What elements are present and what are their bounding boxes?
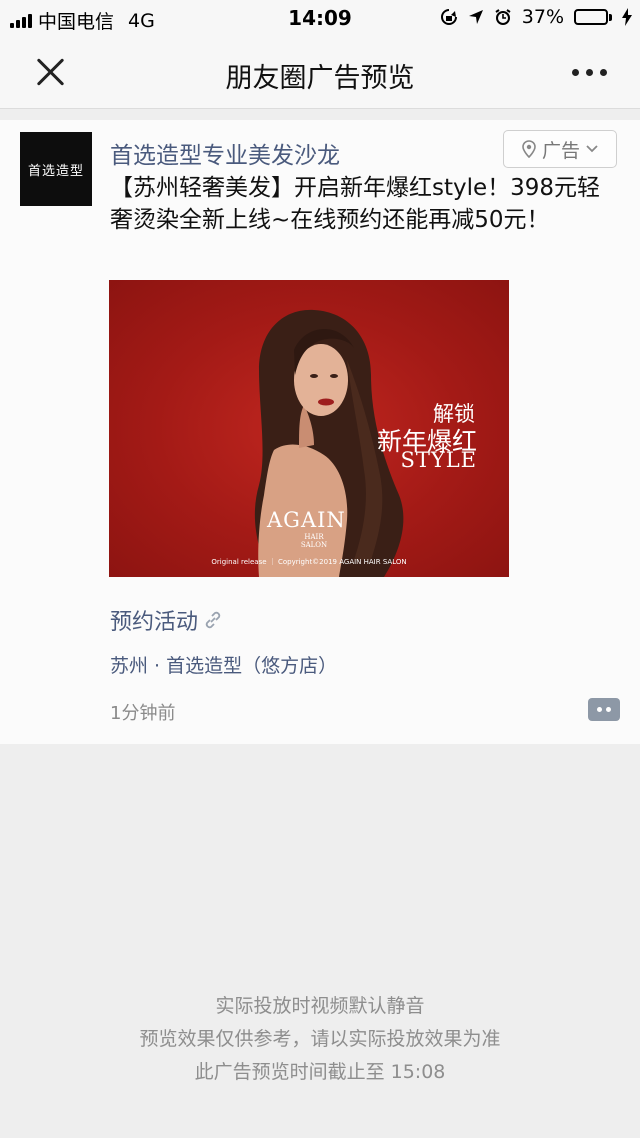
ad-image-brand-sub: HAIR SALON — [300, 533, 328, 549]
battery-percent: 37% — [521, 6, 564, 28]
comment-icon[interactable] — [588, 698, 620, 721]
status-bar: 中国电信 4G 14:09 37% — [0, 0, 640, 36]
ad-tag-label: 广告 — [541, 139, 580, 162]
ad-tag-button[interactable]: 广告 — [503, 130, 617, 168]
post-time: 1分钟前 — [110, 703, 176, 724]
note-line: 实际投放时视频默认静音 — [215, 995, 425, 1017]
screen-lock-icon — [440, 9, 457, 25]
note-line: 预览效果仅供参考，请以实际投放效果为准 — [139, 1028, 501, 1050]
booking-link[interactable]: 预约活动 — [110, 604, 224, 636]
preview-notes: 实际投放时视频默认静音 预览效果仅供参考，请以实际投放效果为准 此广告预览时间截… — [0, 990, 640, 1089]
ad-card: 首选造型 首选造型专业美发沙龙 广告 【苏州轻奢美发】开启新年爆红style！3… — [0, 120, 640, 744]
note-line: 此广告预览时间截止至 15:08 — [194, 1061, 446, 1083]
booking-link-label: 预约活动 — [110, 610, 199, 635]
chevron-down-icon — [586, 145, 598, 153]
avatar-text: 首选造型 — [27, 163, 84, 179]
location-pin-icon — [522, 140, 536, 158]
battery-icon — [574, 9, 612, 25]
location-link[interactable]: 苏州 · 首选造型（悠方店） — [110, 651, 337, 678]
ad-image-line3: STYLE — [400, 448, 477, 472]
link-icon — [205, 611, 221, 629]
ad-image-brand: AGAIN — [267, 508, 346, 532]
ad-image[interactable]: 解锁 新年爆红 STYLE AGAIN HAIR SALON Original … — [109, 280, 509, 577]
charging-bolt-icon — [622, 8, 632, 26]
nav-bar: 朋友圈广告预览 — [0, 36, 640, 109]
page-title: 朋友圈广告预览 — [225, 63, 415, 94]
location-arrow-icon — [468, 10, 483, 24]
avatar[interactable]: 首选造型 — [20, 132, 92, 206]
more-icon[interactable] — [572, 62, 612, 82]
advertiser-name[interactable]: 首选造型专业美发沙龙 — [110, 136, 340, 170]
ad-image-copyright: Original release ｜ Copyright©2019 AGAIN … — [211, 558, 407, 566]
ad-text: 【苏州轻奢美发】开启新年爆红style！398元轻奢烫染全新上线~在线预约还能再… — [110, 175, 601, 233]
status-right: 37% — [440, 6, 632, 28]
alarm-icon — [495, 9, 511, 25]
